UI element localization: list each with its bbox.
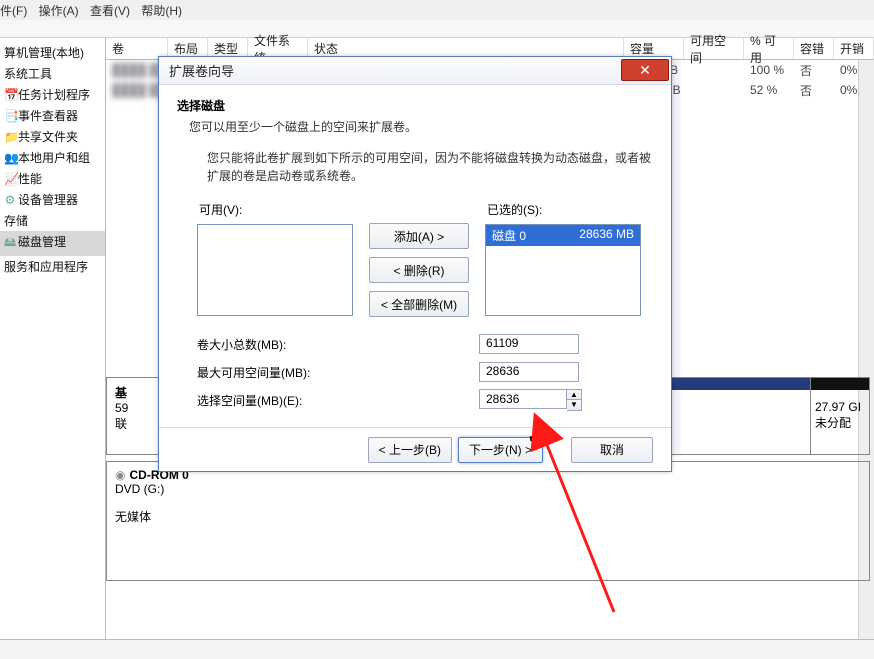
- tree-local-users[interactable]: 👥本地用户和组: [0, 147, 105, 168]
- spin-up-icon[interactable]: ▲: [567, 390, 581, 400]
- total-size-value: 61109: [479, 334, 579, 354]
- remove-all-button[interactable]: < 全部删除(M): [369, 291, 469, 317]
- tree-storage[interactable]: 存储: [0, 210, 105, 231]
- selected-label: 已选的(S):: [487, 201, 641, 218]
- cdrom-label: ◉CD-ROM 0 DVD (G:) 无媒体: [107, 462, 233, 580]
- segment-state: 未分配: [815, 414, 865, 431]
- max-space-label: 最大可用空间量(MB):: [197, 364, 479, 381]
- available-label: 可用(V):: [199, 201, 353, 218]
- info-note: 您只能将此卷扩展到如下所示的可用空间，因为不能将磁盘转换为动态磁盘，或者被扩展的…: [207, 149, 653, 185]
- row-fault: 否: [794, 82, 834, 99]
- menu-action[interactable]: 操作(A): [39, 4, 79, 18]
- row-pct: 52 %: [744, 83, 794, 97]
- section-heading: 选择磁盘: [177, 97, 653, 114]
- menu-bar[interactable]: 件(F) 操作(A) 查看(V) 帮助(H): [0, 0, 874, 20]
- select-space-input[interactable]: [479, 389, 567, 409]
- segment-color-bar: [811, 378, 869, 390]
- users-icon: 👥: [4, 151, 16, 165]
- calendar-icon: 📅: [4, 88, 16, 102]
- disk-icon: 🖴: [4, 233, 16, 254]
- spin-down-icon[interactable]: ▼: [567, 400, 581, 410]
- cdrom-strip[interactable]: ◉CD-ROM 0 DVD (G:) 无媒体: [106, 461, 870, 581]
- col-free[interactable]: 可用空间: [684, 38, 744, 59]
- col-overhead[interactable]: 开销: [834, 38, 874, 59]
- col-fault[interactable]: 容错: [794, 38, 834, 59]
- dialog-title: 扩展卷向导: [169, 61, 234, 80]
- col-percent[interactable]: % 可用: [744, 38, 794, 59]
- tree-event-viewer[interactable]: 📑事件查看器: [0, 105, 105, 126]
- add-button[interactable]: 添加(A) >: [369, 223, 469, 249]
- tree-device-manager[interactable]: ⚙设备管理器: [0, 189, 105, 210]
- nav-tree[interactable]: 算机管理(本地) 系统工具 📅任务计划程序 📑事件查看器 📁共享文件夹 👥本地用…: [0, 38, 106, 658]
- extend-volume-wizard: 扩展卷向导 ✕ 选择磁盘 您可以用至少一个磁盘上的空间来扩展卷。 您只能将此卷扩…: [158, 56, 672, 472]
- cdrom-icon: ◉: [115, 468, 125, 482]
- section-subtext: 您可以用至少一个磁盘上的空间来扩展卷。: [177, 118, 653, 135]
- tree-shared-folders[interactable]: 📁共享文件夹: [0, 126, 105, 147]
- tree-performance[interactable]: 📈性能: [0, 168, 105, 189]
- close-icon: ✕: [639, 62, 651, 78]
- close-button[interactable]: ✕: [621, 59, 669, 81]
- list-item-size: 28636 MB: [579, 227, 634, 244]
- dialog-titlebar[interactable]: 扩展卷向导 ✕: [159, 57, 671, 85]
- event-icon: 📑: [4, 109, 16, 123]
- menu-view[interactable]: 查看(V): [90, 4, 130, 18]
- tree-root[interactable]: 算机管理(本地): [0, 42, 105, 63]
- cancel-button[interactable]: 取消: [571, 437, 653, 463]
- row-pct: 100 %: [744, 63, 794, 77]
- disk-segment-unallocated[interactable]: 27.97 GI 未分配: [811, 378, 869, 454]
- total-size-label: 卷大小总数(MB):: [197, 336, 479, 353]
- tree-system-tools[interactable]: 系统工具: [0, 63, 105, 84]
- tree-task-scheduler[interactable]: 📅任务计划程序: [0, 84, 105, 105]
- list-item-name: 磁盘 0: [492, 227, 526, 244]
- selected-listbox[interactable]: 磁盘 0 28636 MB: [485, 224, 641, 316]
- back-button[interactable]: < 上一步(B): [368, 437, 452, 463]
- menu-help[interactable]: 帮助(H): [141, 4, 182, 18]
- available-listbox[interactable]: [197, 224, 353, 316]
- toolbar[interactable]: [0, 20, 874, 38]
- tree-disk-management[interactable]: 🖴磁盘管理: [0, 231, 105, 256]
- list-item[interactable]: 磁盘 0 28636 MB: [486, 225, 640, 246]
- tree-services-apps[interactable]: 服务和应用程序: [0, 256, 105, 277]
- status-bar: [0, 639, 874, 659]
- chart-icon: 📈: [4, 172, 16, 186]
- menu-file[interactable]: 件(F): [0, 4, 27, 18]
- segment-size: 27.97 GI: [815, 400, 865, 414]
- folder-icon: 📁: [4, 130, 16, 144]
- max-space-value: 28636: [479, 362, 579, 382]
- gear-icon: ⚙: [4, 193, 16, 207]
- remove-button[interactable]: < 删除(R): [369, 257, 469, 283]
- select-space-label: 选择空间量(MB)(E):: [197, 392, 479, 409]
- row-fault: 否: [794, 62, 834, 79]
- select-space-spinner[interactable]: ▲ ▼: [479, 389, 582, 411]
